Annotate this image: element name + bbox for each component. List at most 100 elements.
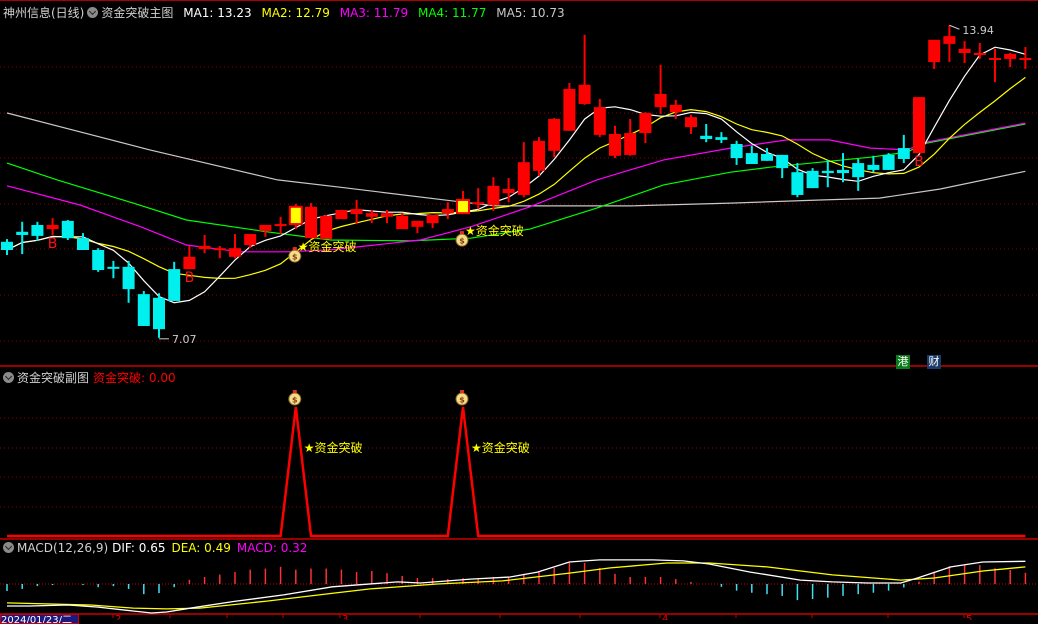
signal-label: ★资金突破 (471, 440, 530, 455)
axis-label: 4 (662, 614, 669, 620)
candle-body (821, 170, 834, 174)
candle-body (761, 153, 773, 161)
chevron-down-icon[interactable] (3, 372, 14, 383)
dea-value: DEA: 0.49 (171, 541, 231, 555)
candle-body (943, 36, 956, 44)
candle (365, 209, 378, 224)
candle (335, 209, 348, 220)
candle-body (578, 84, 591, 104)
candle-body (153, 297, 165, 330)
ma-lines (6, 46, 1026, 304)
candle (259, 224, 272, 237)
candle-body (745, 153, 758, 165)
candle-body (122, 266, 135, 290)
candle (593, 98, 606, 138)
candle (806, 168, 819, 189)
macd-header: MACD(12,26,9) DIF: 0.65 DEA: 0.49 MACD: 0.3… (3, 541, 313, 555)
candle-body (16, 231, 29, 235)
candle (153, 293, 165, 338)
high-price-label: 13.94 (962, 24, 994, 37)
candle-body (973, 52, 986, 55)
candle-body (624, 133, 637, 155)
candle (137, 290, 150, 326)
dif-value: DIF: 0.65 (112, 541, 166, 555)
candle-body (31, 224, 44, 236)
candle-body (837, 169, 849, 174)
candle (776, 154, 789, 179)
candle (791, 163, 804, 198)
candle (1004, 52, 1017, 68)
kline-chart[interactable]: B B B $ ★资金突破 $ ★资金突破 13.94 7.07 $ ★资金突破 $ ★资金突破 (0, 0, 1038, 620)
candle-body (274, 224, 287, 227)
candle (77, 233, 89, 250)
axis-label: 2 (115, 614, 122, 620)
candle-body (365, 213, 378, 217)
candle (928, 39, 941, 69)
stock-title: 神州信息(日线) (3, 6, 85, 20)
candle (244, 234, 257, 249)
candle (609, 125, 621, 159)
high-pointer (949, 24, 960, 30)
chevron-down-icon[interactable] (3, 542, 14, 553)
candle-body (107, 266, 120, 269)
candle (305, 203, 317, 239)
candle-body (61, 220, 74, 239)
candle (943, 25, 956, 63)
candle (685, 114, 697, 134)
candle (456, 190, 470, 215)
candle-body (715, 137, 728, 140)
candle-body (1004, 53, 1017, 59)
macd-chart (6, 559, 1027, 614)
candle-body (791, 172, 804, 195)
hk-badge[interactable]: 港 (896, 355, 910, 369)
candle-body (441, 209, 454, 214)
candles (1, 25, 1032, 338)
candle-body (806, 170, 819, 189)
candle-body (487, 185, 500, 205)
macd-title[interactable]: MACD(12,26,9) (17, 541, 108, 555)
money-bag-knot (292, 247, 297, 251)
candle-body (776, 154, 789, 169)
dea-line (6, 562, 1026, 610)
dollar-sign: $ (292, 396, 298, 405)
candle-body (685, 117, 697, 128)
sub-chart: $ ★资金突破 $ ★资金突破 (7, 390, 1026, 538)
macd-value: MACD: 0.32 (236, 541, 308, 555)
candle (715, 132, 728, 144)
ma2-value: MA2: 12.79 (261, 6, 330, 20)
ma3-value: MA3: 11.79 (339, 6, 409, 20)
candle (624, 118, 637, 156)
chevron-down-icon[interactable] (87, 7, 99, 18)
indicator-name[interactable]: 资金突破主图 (101, 6, 173, 20)
candle (46, 218, 59, 235)
candle (958, 41, 971, 63)
finance-badge[interactable]: 财 (927, 355, 941, 369)
candle (533, 137, 545, 176)
dif-line (7, 559, 1026, 614)
candle-body (533, 140, 545, 171)
candle-body (229, 248, 241, 257)
candle (882, 153, 895, 170)
candle-body (958, 48, 971, 53)
candle-body (700, 135, 713, 139)
candle (913, 97, 925, 154)
ma4-value: MA4: 11.77 (417, 6, 487, 20)
signal-label: ★资金突破 (298, 239, 357, 254)
candle-body (913, 97, 925, 154)
buy-marker: B (185, 270, 195, 286)
candle-body (77, 238, 89, 250)
candle (168, 261, 181, 301)
candle (320, 214, 333, 240)
candle (639, 112, 652, 144)
date-cursor-label: 2024/01/23/二 (0, 614, 79, 624)
candle (897, 134, 910, 164)
sub-title[interactable]: 资金突破副图 (17, 371, 89, 385)
low-price-label: 7.07 (172, 333, 197, 346)
candle-body (137, 294, 150, 326)
candle (1019, 47, 1032, 69)
candle (517, 142, 530, 198)
money-bag-knot (292, 390, 297, 393)
candle (426, 214, 439, 229)
main-header: 神州信息(日线) 资金突破主图 MA1: 13.23 MA2: 12.79 MA3… (3, 6, 571, 20)
candle-body (456, 198, 470, 215)
